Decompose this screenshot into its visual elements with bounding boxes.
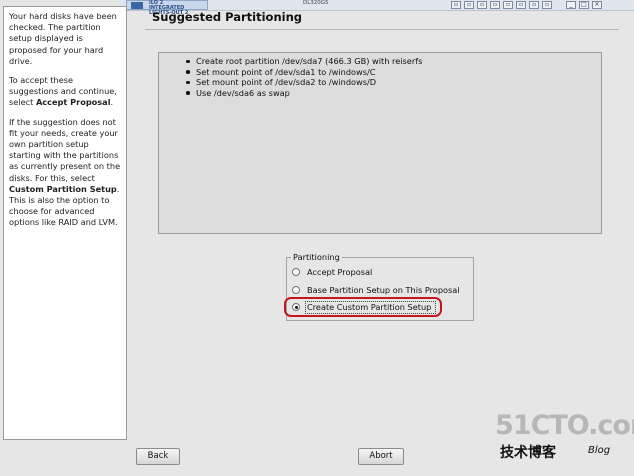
console-tool-8-icon[interactable]: ▫ <box>542 1 552 9</box>
proposal-item: Create root partition /dev/sda7 (466.3 G… <box>185 56 601 67</box>
console-tool-2-icon[interactable]: ▫ <box>464 1 474 9</box>
help-accept: To accept these suggestions and continue… <box>9 75 117 108</box>
proposal-item: Set mount point of /dev/sda2 to /windows… <box>185 77 601 88</box>
help-custom: If the suggestion does not fit your need… <box>9 116 121 228</box>
console-tool-6-icon[interactable]: ▫ <box>516 1 526 9</box>
watermark-subtitle: 技术博客 <box>500 445 556 461</box>
ilo-badge: iLO 2 INTEGRATED LIGHTS-OUT 2 <box>126 0 208 16</box>
annotation-highlight <box>284 297 442 317</box>
help-intro: Your hard disks have been checked. The p… <box>9 11 117 66</box>
maximize-icon[interactable]: □ <box>579 1 589 9</box>
ilo-logo-icon <box>131 2 143 9</box>
site-watermark: 51CTO.com <box>495 410 634 441</box>
installer-window: iLO 2 INTEGRATED LIGHTS-OUT 2 DL320G5 ▫ … <box>0 0 634 476</box>
console-tool-5-icon[interactable]: ▫ <box>503 1 513 9</box>
partitioning-legend: Partitioning <box>291 252 342 262</box>
back-button[interactable]: Back <box>136 448 180 465</box>
minimize-icon[interactable]: _ <box>566 1 576 9</box>
proposal-item: Use /dev/sda6 as swap <box>185 88 601 99</box>
radio-accept-proposal[interactable] <box>292 268 300 276</box>
radio-base-partition-setup[interactable] <box>292 286 300 294</box>
option-label: Accept Proposal <box>307 267 373 277</box>
close-icon[interactable]: × <box>592 1 602 9</box>
abort-button[interactable]: Abort <box>358 448 404 465</box>
server-name: DL320G5 <box>303 0 329 6</box>
console-tool-1-icon[interactable]: ▫ <box>451 1 461 9</box>
proposal-item: Set mount point of /dev/sda1 to /windows… <box>185 67 601 78</box>
title-divider <box>145 29 619 30</box>
page-title: Suggested Partitioning <box>152 10 302 24</box>
console-tool-7-icon[interactable]: ▫ <box>529 1 539 9</box>
console-tool-4-icon[interactable]: ▫ <box>490 1 500 9</box>
option-label: Base Partition Setup on This Proposal <box>307 285 460 295</box>
watermark-blog: Blog <box>588 445 611 456</box>
help-panel: Your hard disks have been checked. The p… <box>3 6 127 440</box>
console-tool-3-icon[interactable]: ▫ <box>477 1 487 9</box>
proposal-summary: Create root partition /dev/sda7 (466.3 G… <box>158 52 602 234</box>
